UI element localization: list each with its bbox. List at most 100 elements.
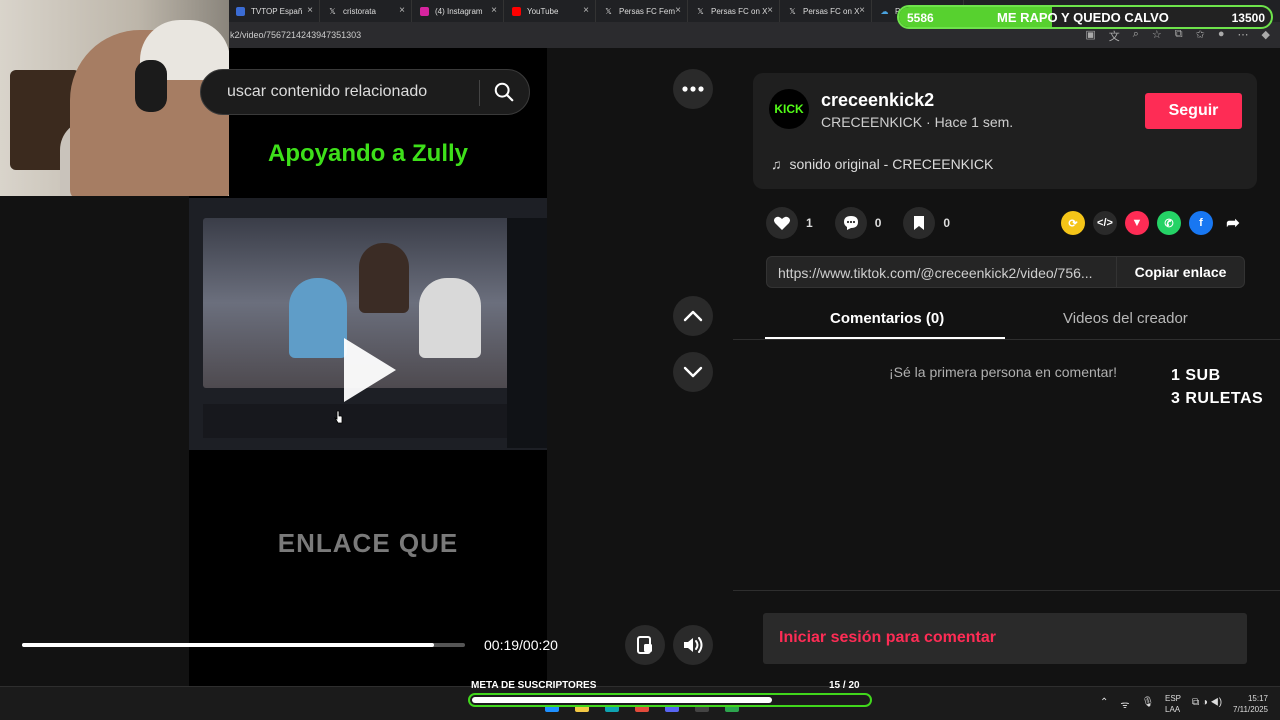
login-to-comment-label: Iniciar sesión para comentar — [779, 629, 996, 646]
browser-tab[interactable]: 𝕏 Persas FC Fem × — [596, 0, 688, 22]
youtube-icon — [512, 6, 521, 16]
browser-tab[interactable]: (4) Instagram × — [412, 0, 504, 22]
copy-link-button[interactable]: Copiar enlace — [1116, 257, 1244, 287]
save-action[interactable]: 0 — [903, 207, 950, 239]
browser-tab[interactable]: 𝕏cristorata × — [320, 0, 412, 22]
facebook-icon[interactable]: f — [1189, 211, 1213, 235]
volume-button[interactable] — [673, 625, 713, 665]
tvtop-icon — [236, 6, 245, 16]
comments-tabs — [733, 300, 1280, 340]
active-tab-indicator — [765, 337, 1005, 339]
clock-time: 15:17 — [1247, 694, 1268, 703]
network-icon[interactable]: ᯤ — [1120, 697, 1129, 711]
login-to-comment-button[interactable]: Iniciar sesión para comentar — [763, 613, 1247, 664]
star-icon[interactable]: ☆ — [1152, 28, 1162, 44]
save-button[interactable] — [903, 207, 936, 239]
browser-tab[interactable]: TVTOP Españ × — [228, 0, 320, 22]
tab-creator-videos[interactable]: Videos del creador — [1063, 310, 1188, 327]
comment-button[interactable] — [834, 207, 867, 239]
search-icon[interactable] — [493, 81, 515, 103]
video-person — [289, 278, 347, 358]
extensions-icon[interactable]: ⧉ — [1175, 28, 1183, 44]
video-progress-fill — [22, 643, 434, 647]
pip-icon — [637, 636, 652, 654]
copilot-icon[interactable]: ◆ — [1262, 28, 1270, 44]
video-bottom-overlay: ENLACE QUE — [277, 528, 459, 558]
browser-tab[interactable]: 𝕏 Persas FC on X × — [780, 0, 872, 22]
stream-goal-title: ME RAPO Y QUEDO CALVO — [997, 10, 1169, 25]
picture-in-picture-button[interactable] — [625, 625, 665, 665]
video-title-overlay: Apoyando a Zully — [267, 140, 468, 167]
video-person — [359, 243, 409, 313]
zoom-icon[interactable]: ⌕ — [1133, 28, 1139, 44]
subscriber-goal-bar — [468, 693, 872, 707]
favorites-icon[interactable]: ✩ — [1196, 28, 1205, 44]
sound-link[interactable]: ♫ sonido original - CRECEENKICK — [771, 156, 993, 172]
video-progress-bar[interactable] — [22, 643, 465, 647]
video-player[interactable]: Apoyando a Zully ENLACE QUE — [189, 48, 547, 686]
save-count: 0 — [943, 216, 951, 230]
tab-label: cristorata — [343, 6, 376, 16]
x-icon: 𝕏 — [605, 6, 612, 16]
language-code: ESP — [1165, 694, 1182, 703]
tab-label: (4) Instagram — [435, 6, 483, 16]
like-button[interactable] — [766, 207, 798, 239]
browser-tab[interactable]: 𝕏 Persas FC on X × — [688, 0, 780, 22]
chevron-up-icon[interactable]: ⌃ — [1100, 697, 1108, 711]
volume-icon — [684, 637, 703, 653]
embed-icon[interactable]: </> — [1093, 211, 1117, 235]
close-tab-icon[interactable]: × — [859, 5, 865, 16]
send-icon[interactable]: ▼ — [1125, 211, 1149, 235]
whatsapp-icon[interactable]: ✆ — [1157, 211, 1181, 235]
share-url[interactable]: https://www.tiktok.com/@creceenkick2/vid… — [778, 265, 1116, 281]
play-icon[interactable] — [344, 338, 396, 402]
x-icon: 𝕏 — [697, 6, 704, 16]
close-tab-icon[interactable]: × — [675, 5, 681, 16]
next-video-button[interactable] — [673, 352, 713, 392]
clock[interactable]: 15:17 7/11/2025 — [1230, 694, 1268, 714]
comment-action[interactable]: 0 — [834, 207, 882, 239]
close-tab-icon[interactable]: × — [491, 5, 497, 16]
close-tab-icon[interactable]: × — [583, 5, 589, 16]
comment-count: 0 — [874, 216, 882, 230]
chevron-down-icon — [683, 366, 703, 378]
display-icon[interactable]: ⧉ ◑ ◀) — [1192, 697, 1222, 708]
follow-button[interactable]: Seguir — [1145, 93, 1242, 129]
translate-icon[interactable]: 文 — [1109, 28, 1120, 44]
more-options-button[interactable] — [673, 69, 713, 109]
cloud-icon: ☁ — [880, 6, 889, 16]
share-arrow-icon[interactable]: ➦ — [1221, 211, 1245, 235]
share-link-box: https://www.tiktok.com/@creceenkick2/vid… — [766, 256, 1245, 288]
like-action[interactable]: 1 — [766, 207, 813, 239]
bookmark-icon — [914, 216, 925, 230]
close-tab-icon[interactable]: × — [399, 5, 405, 16]
stream-overlay-text: 1 SUB — [1171, 367, 1221, 384]
instagram-icon — [420, 6, 429, 16]
avatar[interactable]: KICK — [769, 89, 809, 129]
close-tab-icon[interactable]: × — [767, 5, 773, 16]
search-bar[interactable]: uscar contenido relacionado — [200, 69, 530, 115]
search-input[interactable]: uscar contenido relacionado — [227, 83, 427, 101]
comment-icon — [843, 216, 858, 230]
streamer-webcam — [0, 0, 229, 196]
language-indicator[interactable]: ESP LAA — [1165, 694, 1181, 714]
tab-comments[interactable]: Comentarios (0) — [830, 310, 944, 327]
creator-username[interactable]: creceenkick2 — [821, 90, 934, 111]
profile-icon[interactable]: ● — [1218, 28, 1225, 44]
repost-icon[interactable]: ⟳ — [1061, 211, 1085, 235]
follow-button-label: Seguir — [1168, 102, 1219, 119]
video-stream-bar — [203, 404, 533, 438]
video-person — [419, 278, 481, 358]
like-count: 1 — [806, 216, 813, 230]
menu-icon[interactable]: ⋯ — [1238, 28, 1249, 44]
close-tab-icon[interactable]: × — [307, 5, 313, 16]
app-icon[interactable]: ▣ — [1085, 28, 1095, 44]
microphone-icon[interactable]: 🎙 — [1142, 697, 1155, 711]
browser-tab[interactable]: YouTube × — [504, 0, 596, 22]
more-icon — [682, 86, 704, 92]
x-icon: 𝕏 — [789, 6, 796, 16]
address-text[interactable]: k2/video/7567214243947351303 — [230, 30, 361, 40]
video-time: 00:19/00:20 — [484, 637, 558, 653]
previous-video-button[interactable] — [673, 296, 713, 336]
tab-label: Persas FC on X — [803, 6, 860, 16]
